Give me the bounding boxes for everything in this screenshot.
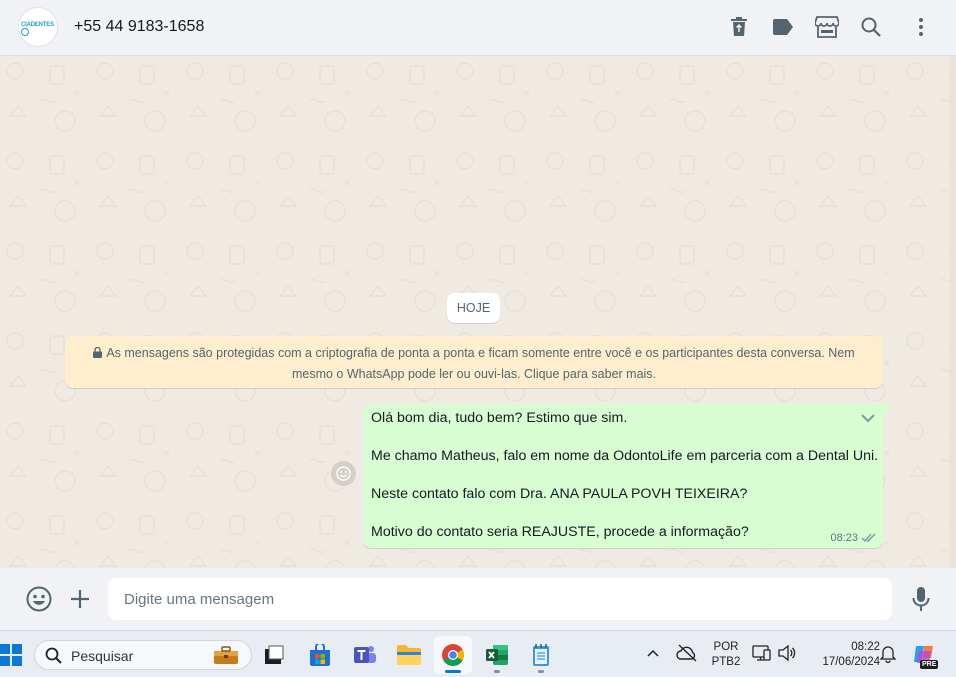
microphone-icon[interactable]: [907, 585, 935, 613]
avatar-logo-text: CIADENTES: [21, 22, 54, 28]
bell-icon[interactable]: [879, 645, 897, 668]
message-input[interactable]: [108, 578, 892, 620]
file-explorer-icon[interactable]: [390, 636, 428, 674]
chrome-icon[interactable]: [434, 636, 472, 674]
trash-icon[interactable]: [727, 14, 751, 40]
chevron-up-icon[interactable]: [646, 646, 660, 665]
store-icon[interactable]: [814, 14, 840, 40]
teams-icon[interactable]: [346, 636, 384, 674]
bubble-tail: [883, 404, 891, 417]
message-time: 08:23: [830, 532, 858, 544]
outgoing-message[interactable]: Olá bom dia, tudo bem? Estimo que sim. M…: [363, 404, 891, 548]
network-icon[interactable]: [752, 644, 772, 667]
encryption-notice[interactable]: As mensagens são protegidas com a cripto…: [65, 336, 883, 388]
plus-icon[interactable]: [66, 585, 94, 613]
onedrive-offline-icon[interactable]: [676, 644, 698, 667]
search-icon[interactable]: [859, 14, 883, 40]
encryption-notice-text: As mensagens são protegidas com a cripto…: [106, 346, 855, 381]
notepad-icon[interactable]: [522, 636, 560, 674]
menu-icon[interactable]: [909, 14, 933, 40]
copilot-pre-badge: PRE: [920, 660, 939, 669]
volume-icon[interactable]: [777, 644, 797, 667]
message-composer: [0, 568, 956, 630]
search-icon: [45, 647, 62, 664]
language-code: POR: [713, 641, 739, 653]
message-line: Motivo do contato seria REAJUSTE, proced…: [371, 524, 749, 540]
message-line: Me chamo Matheus, falo em nome da Odonto…: [371, 448, 879, 464]
taskbar-search[interactable]: Pesquisar: [34, 640, 252, 670]
input-language[interactable]: POR PTB2: [708, 640, 744, 670]
chevron-down-icon[interactable]: [861, 410, 875, 428]
lock-icon: [93, 347, 103, 358]
windows-start-icon[interactable]: [0, 644, 22, 666]
react-emoji-button[interactable]: [331, 461, 356, 486]
chat-header: CIADENTES +55 44 9183-1658: [0, 0, 956, 56]
clock-date: 17/06/2024: [822, 656, 880, 668]
copilot-icon[interactable]: PRE: [912, 643, 939, 669]
keyboard-layout: PTB2: [711, 656, 741, 668]
clock-time: 08:22: [851, 641, 880, 653]
double-check-icon: [861, 533, 876, 543]
briefcase-icon: [214, 646, 238, 664]
taskbar-clock[interactable]: 08:22 17/06/2024: [806, 640, 880, 670]
emoji-icon[interactable]: [25, 585, 53, 613]
message-line: Olá bom dia, tudo bem? Estimo que sim.: [371, 410, 628, 426]
message-meta: 08:23: [830, 532, 877, 544]
microsoft-store-icon[interactable]: [301, 636, 339, 674]
task-view-icon[interactable]: [255, 636, 293, 674]
smiley-icon: [336, 466, 351, 481]
chat-scrollbar[interactable]: [950, 56, 956, 568]
contact-name[interactable]: +55 44 9183-1658: [74, 18, 204, 36]
label-icon[interactable]: [771, 14, 795, 40]
date-chip: HOJE: [447, 293, 500, 323]
contact-avatar[interactable]: CIADENTES: [18, 7, 58, 47]
whatsapp-window: CIADENTES +55 44 9183-1658 HOJE As mensa…: [0, 0, 956, 630]
excel-icon[interactable]: [478, 636, 516, 674]
taskbar-search-placeholder: Pesquisar: [71, 648, 134, 664]
message-line: Neste contato falo com Dra. ANA PAULA PO…: [371, 486, 748, 502]
windows-taskbar: Pesquisar POR PTB2 08:22 17/06/2024 PRE: [0, 630, 956, 677]
